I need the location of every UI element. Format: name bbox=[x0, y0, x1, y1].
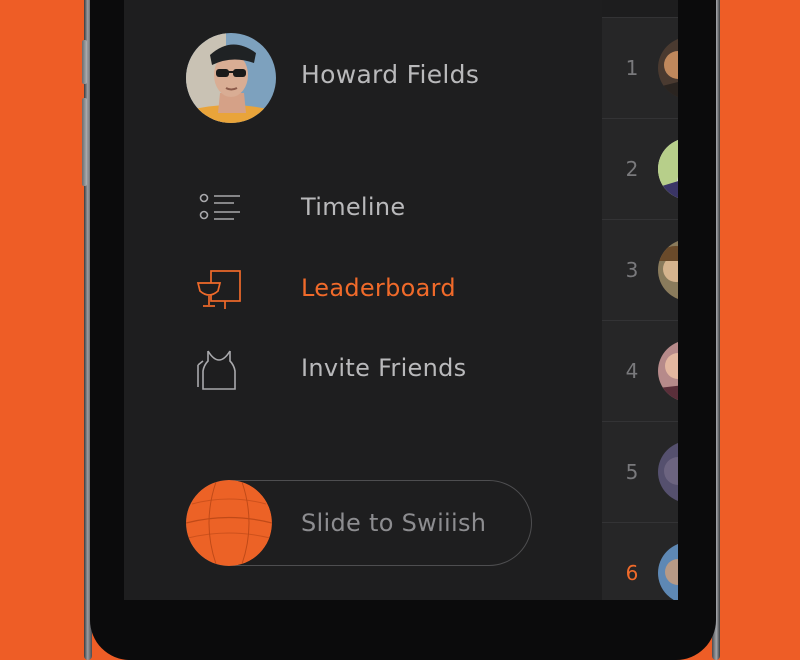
menu-label-leaderboard: Leaderboard bbox=[301, 274, 456, 302]
volume-up-button bbox=[82, 40, 87, 84]
slide-to-swiiish-slider[interactable]: Slide to Swiiish bbox=[186, 480, 532, 566]
menu-item-timeline[interactable]: Timeline bbox=[194, 184, 544, 232]
slider-label: Slide to Swiiish bbox=[301, 509, 487, 537]
volume-down-button bbox=[82, 98, 87, 186]
basketball-icon[interactable] bbox=[186, 480, 272, 566]
player-avatar bbox=[658, 239, 678, 301]
leaderboard-row[interactable]: 2 bbox=[602, 119, 678, 220]
user-avatar[interactable] bbox=[186, 33, 276, 123]
player-avatar bbox=[658, 340, 678, 402]
rank-number: 1 bbox=[625, 56, 639, 80]
rank-number: 2 bbox=[625, 157, 639, 181]
leaderboard-panel: 1 2 3 4 5 6 bbox=[602, 0, 678, 600]
rank-number: 5 bbox=[625, 460, 639, 484]
trophy-board-icon bbox=[194, 269, 244, 311]
leaderboard-row-current-user[interactable]: 6 bbox=[602, 523, 678, 600]
menu-label-invite-friends: Invite Friends bbox=[301, 354, 467, 382]
menu-item-leaderboard[interactable]: Leaderboard bbox=[194, 265, 544, 313]
leaderboard-row[interactable]: 1 bbox=[602, 18, 678, 119]
player-avatar bbox=[658, 138, 678, 200]
menu-item-invite-friends[interactable]: Invite Friends bbox=[194, 345, 544, 393]
player-avatar bbox=[658, 441, 678, 503]
leaderboard-row[interactable]: 4 bbox=[602, 321, 678, 422]
leaderboard-row[interactable]: 3 bbox=[602, 220, 678, 321]
player-avatar bbox=[658, 542, 678, 600]
rank-number: 4 bbox=[625, 359, 639, 383]
timeline-list-icon bbox=[194, 188, 244, 230]
rank-number: 3 bbox=[625, 258, 639, 282]
jersey-icon bbox=[194, 349, 244, 391]
menu-label-timeline: Timeline bbox=[301, 193, 406, 221]
leaderboard-header bbox=[602, 0, 678, 18]
rank-number: 6 bbox=[625, 561, 639, 585]
user-name: Howard Fields bbox=[301, 60, 480, 89]
leaderboard-row[interactable]: 5 bbox=[602, 422, 678, 523]
player-avatar bbox=[658, 37, 678, 99]
app-screen: Howard Fields Timeline Leaderboard Invit… bbox=[124, 0, 678, 600]
